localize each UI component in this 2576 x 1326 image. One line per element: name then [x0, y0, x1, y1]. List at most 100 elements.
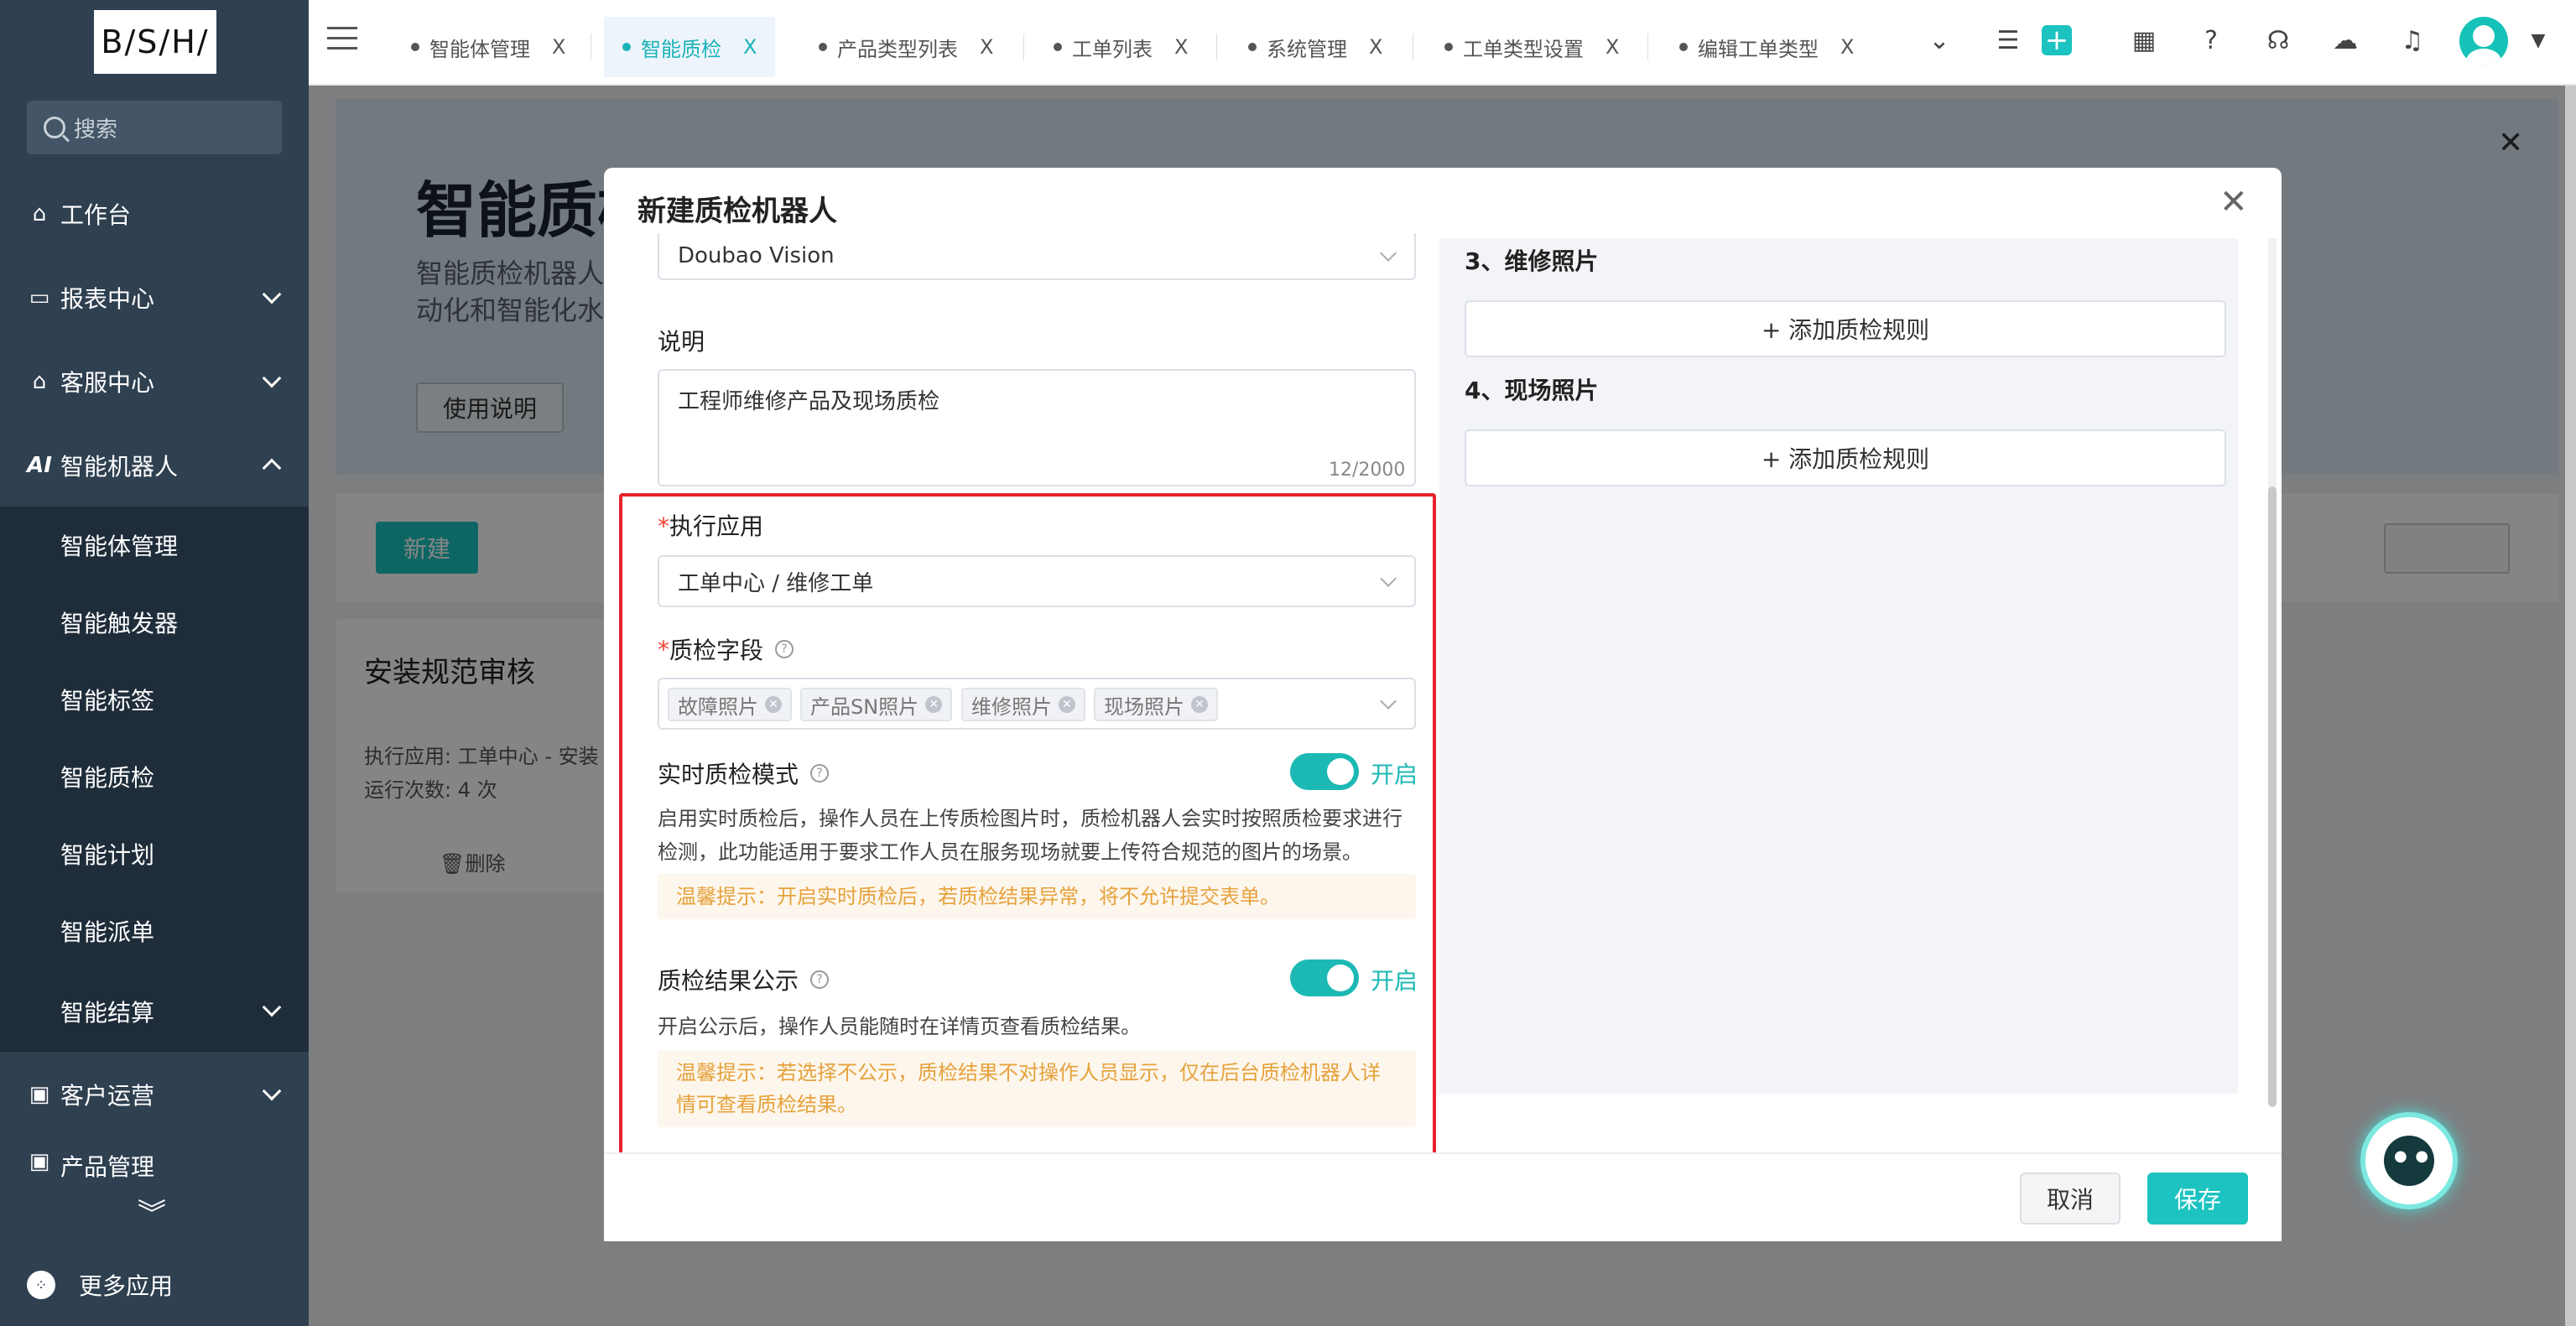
chevron-down-icon: [262, 368, 282, 388]
sidebar-item-customer[interactable]: ▣ 客户运营: [0, 1057, 309, 1132]
remove-tag-icon[interactable]: ✕: [1191, 696, 1208, 713]
expand-menu-icon[interactable]: ︾: [138, 1191, 166, 1232]
modal-title: 新建质检机器人: [637, 195, 837, 228]
sidebar-item-service[interactable]: ⌂ 客服中心: [0, 344, 309, 419]
chatbot-icon[interactable]: [2360, 1112, 2458, 1209]
field-tag[interactable]: 产品SN照片 ✕: [800, 688, 953, 721]
sidebar-subitem[interactable]: 智能触发器: [0, 584, 309, 661]
close-icon[interactable]: X: [552, 35, 565, 59]
rule-section-heading: 3、维修照片: [1465, 247, 1599, 275]
chevron-down-icon[interactable]: ⌄: [1923, 23, 1956, 57]
dot-icon: [1679, 43, 1688, 51]
close-icon[interactable]: X: [743, 35, 757, 59]
chevron-down-icon: [1380, 693, 1397, 710]
sidebar-item-workbench[interactable]: ⌂ 工作台: [0, 176, 309, 252]
inspect-fields-label: * 质检字段?: [658, 632, 794, 666]
dot-icon: [411, 43, 419, 51]
page-scrollbar[interactable]: [2565, 86, 2576, 1326]
plus-icon[interactable]: +: [2042, 23, 2072, 57]
help-icon[interactable]: ?: [2194, 23, 2228, 57]
cancel-button[interactable]: 取消: [2020, 1173, 2121, 1225]
chevron-down-icon: [262, 284, 282, 304]
close-icon[interactable]: X: [1605, 35, 1619, 59]
logo[interactable]: B/S/H/: [94, 10, 216, 74]
more-apps-button[interactable]: ⁘ 更多应用: [27, 1260, 173, 1310]
cloud-download-icon[interactable]: ☁: [2329, 23, 2362, 57]
remove-tag-icon[interactable]: ✕: [925, 696, 943, 713]
bell-icon[interactable]: ♫: [2396, 23, 2429, 57]
publish-result-toggle[interactable]: [1290, 959, 1359, 996]
exec-app-select[interactable]: 工单中心 / 维修工单: [658, 555, 1416, 607]
help-icon[interactable]: ?: [810, 764, 830, 783]
notification-user-icon[interactable]: ☊: [2261, 23, 2295, 57]
sidebar-subitem[interactable]: 智能标签: [0, 661, 309, 738]
avatar-dropdown-icon[interactable]: ▼: [2521, 23, 2555, 57]
top-bar: 智能体管理 X 智能质检 X 产品类型列表 X 工单列表 X 系统管理 X 工单类型设置 X…: [309, 0, 2576, 86]
publish-toggle-text: 开启: [1371, 967, 1418, 995]
help-icon[interactable]: ?: [810, 970, 830, 989]
sidebar-search-input[interactable]: 搜索: [27, 101, 282, 154]
dot-icon: [1054, 43, 1062, 51]
tab-system-management[interactable]: 系统管理 X: [1230, 17, 1401, 77]
field-tag[interactable]: 维修照片 ✕: [961, 688, 1085, 721]
calendar-icon[interactable]: ▦: [2127, 23, 2161, 57]
remove-tag-icon[interactable]: ✕: [765, 696, 782, 713]
avatar[interactable]: [2459, 17, 2508, 65]
description-counter: 12/2000: [1329, 460, 1406, 481]
tab-separator: [1216, 34, 1217, 60]
close-icon[interactable]: X: [1840, 35, 1854, 59]
realtime-mode-label: 实时质检模式?: [658, 757, 830, 790]
tab-agent-management[interactable]: 智能体管理 X: [393, 17, 584, 77]
dot-icon: [1248, 43, 1257, 51]
dot-icon: [1444, 43, 1453, 51]
sidebar-subitem[interactable]: 智能体管理: [0, 507, 309, 584]
realtime-tip: 温馨提示：开启实时质检后，若质检结果异常，将不允许提交表单。: [658, 874, 1416, 919]
rules-panel: [1439, 238, 2238, 1094]
chevron-down-icon: [262, 997, 282, 1017]
tab-work-order-list[interactable]: 工单列表 X: [1035, 17, 1206, 77]
add-rule-button[interactable]: + 添加质检规则: [1465, 300, 2226, 357]
close-icon[interactable]: X: [1369, 35, 1382, 59]
model-select[interactable]: Doubao Vision: [658, 233, 1416, 280]
exec-app-label: *执行应用: [658, 512, 764, 540]
publish-tip: 温馨提示：若选择不公示，质检结果不对操作人员显示，仅在后台质检机器人详 情可查看质…: [658, 1050, 1416, 1127]
dot-icon: [622, 43, 631, 51]
tab-quality-inspection[interactable]: 智能质检 X: [604, 17, 776, 77]
tab-separator: [1023, 34, 1024, 60]
collapse-sidebar-icon[interactable]: [327, 27, 357, 54]
realtime-toggle-text: 开启: [1371, 761, 1418, 788]
tab-product-type-list[interactable]: 产品类型列表 X: [800, 17, 1012, 77]
close-icon[interactable]: ✕: [2220, 183, 2248, 221]
modal-scroll-thumb[interactable]: [2268, 486, 2277, 1107]
sidebar-subitem[interactable]: 智能派单: [0, 892, 309, 970]
realtime-description: 启用实时质检后，操作人员在上传质检图片时，质检机器人会实时按照质检要求进行 检测，…: [658, 807, 1402, 864]
sidebar-subitem[interactable]: 智能质检: [0, 738, 309, 815]
close-icon[interactable]: X: [980, 35, 993, 59]
description-textarea[interactable]: 工程师维修产品及现场质检: [658, 369, 1416, 486]
save-button[interactable]: 保存: [2147, 1173, 2248, 1225]
monitor-icon: ▭: [29, 285, 50, 310]
sidebar-subitem-settlement[interactable]: 智能结算: [0, 973, 309, 1050]
field-tag[interactable]: 故障照片 ✕: [668, 688, 792, 721]
box-icon: ▣: [29, 1149, 50, 1174]
add-rule-button[interactable]: + 添加质检规则: [1465, 429, 2226, 486]
sidebar-item-products[interactable]: ▣ 产品管理: [0, 1149, 309, 1183]
sidebar-item-reports[interactable]: ▭ 报表中心: [0, 260, 309, 335]
sidebar-item-ai-robot[interactable]: AI 智能机器人: [0, 428, 309, 503]
close-icon[interactable]: X: [1174, 35, 1188, 59]
help-icon[interactable]: ?: [775, 640, 794, 658]
list-menu-icon[interactable]: ☰: [1991, 23, 2025, 57]
remove-tag-icon[interactable]: ✕: [1059, 696, 1075, 713]
realtime-mode-toggle[interactable]: [1290, 753, 1359, 790]
dot-icon: [819, 43, 827, 51]
publish-result-label: 质检结果公示?: [658, 963, 830, 996]
search-placeholder: 搜索: [74, 117, 118, 143]
publish-description: 开启公示后，操作人员能随时在详情页查看质检结果。: [658, 1015, 1141, 1038]
tab-work-order-type-settings[interactable]: 工单类型设置 X: [1426, 17, 1637, 77]
field-tag[interactable]: 现场照片 ✕: [1094, 688, 1218, 721]
chevron-down-icon: [1380, 570, 1397, 587]
sidebar-subitem[interactable]: 智能计划: [0, 815, 309, 892]
chevron-up-icon: [262, 458, 282, 478]
ai-icon: AI: [27, 453, 52, 478]
tab-edit-work-order-type[interactable]: 编辑工单类型 X: [1661, 17, 1872, 77]
